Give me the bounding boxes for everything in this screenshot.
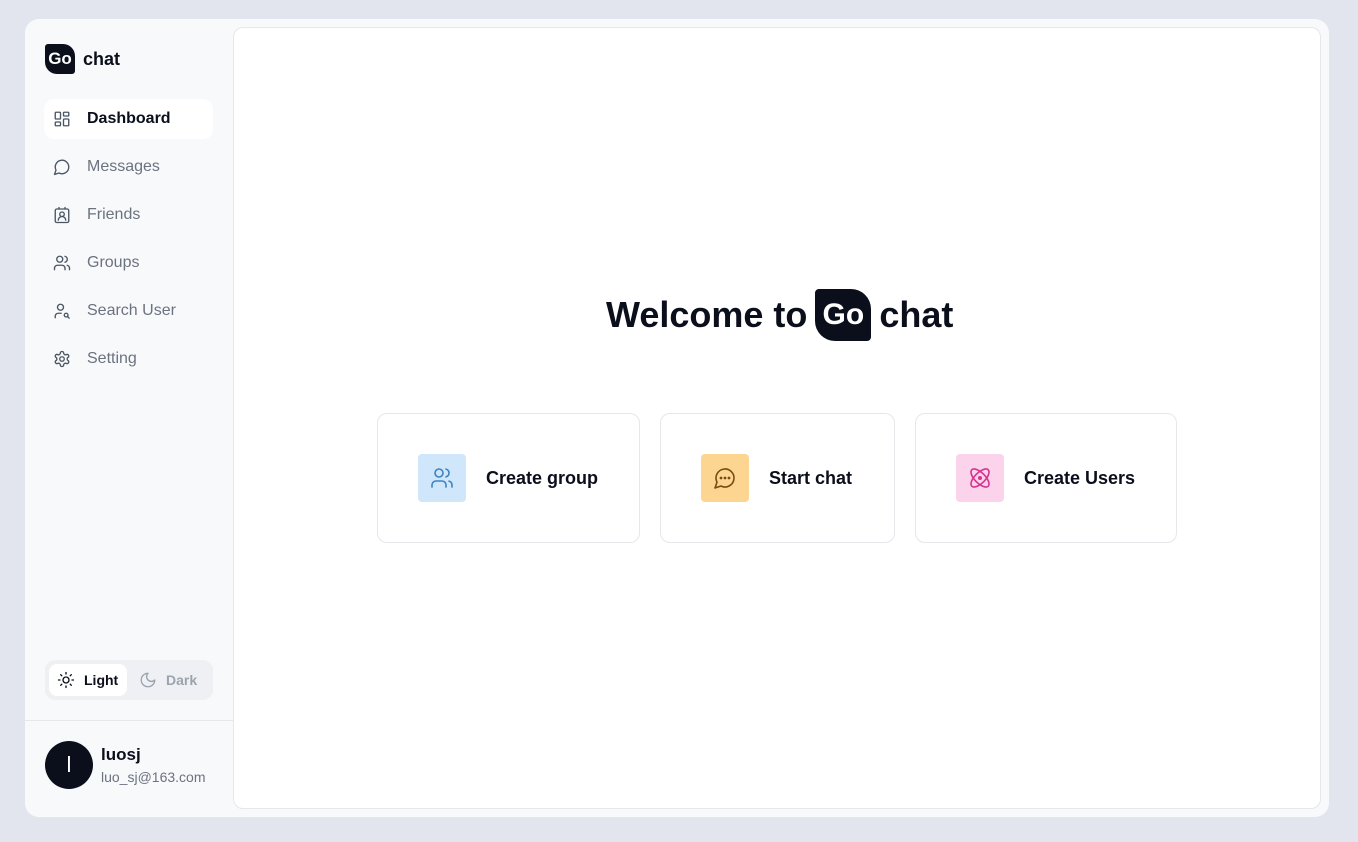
moon-icon	[140, 672, 156, 688]
chat-bubble-icon	[714, 468, 735, 489]
sidebar-item-dashboard[interactable]: Dashboard	[44, 99, 213, 139]
theme-toggle: Light Dark	[45, 660, 213, 700]
app-window: Go chat Dashboard Messages Friends Group…	[25, 19, 1329, 817]
main-panel: Welcome to Go chat Create group Start ch…	[233, 27, 1321, 809]
avatar: l	[45, 741, 93, 789]
sidebar-item-setting[interactable]: Setting	[44, 339, 213, 379]
user-search-icon	[53, 302, 71, 320]
card-icon-box	[956, 454, 1004, 502]
brand-logo[interactable]: Go chat	[45, 44, 120, 74]
message-icon	[53, 158, 71, 176]
card-icon-box	[701, 454, 749, 502]
sidebar-item-label: Messages	[87, 158, 160, 175]
dashboard-icon	[53, 110, 71, 128]
go-badge: Go	[815, 289, 872, 341]
theme-dark-label: Dark	[166, 672, 198, 688]
sidebar-item-groups[interactable]: Groups	[44, 243, 213, 283]
sidebar-item-label: Dashboard	[87, 110, 171, 127]
sun-icon	[57, 671, 75, 689]
sidebar-nav: Dashboard Messages Friends Groups Search…	[44, 99, 213, 387]
users-icon	[53, 254, 71, 272]
sidebar-item-search-user[interactable]: Search User	[44, 291, 213, 331]
sidebar-item-messages[interactable]: Messages	[44, 147, 213, 187]
card-label: Create group	[486, 467, 599, 488]
sidebar-item-label: Friends	[87, 206, 141, 223]
create-group-card[interactable]: Create group	[377, 413, 640, 543]
card-label: Create Users	[1024, 467, 1136, 488]
sidebar-item-friends[interactable]: Friends	[44, 195, 213, 235]
user-name: luosj	[101, 744, 141, 764]
user-profile[interactable]: l luosj luo_sj@163.com	[45, 741, 206, 789]
sidebar-divider	[25, 720, 234, 721]
brand-name: chat	[83, 48, 121, 69]
theme-light-label: Light	[84, 672, 119, 688]
welcome-heading: Welcome to Go chat	[606, 289, 953, 341]
gear-icon	[53, 350, 71, 368]
theme-light-button[interactable]: Light	[49, 664, 127, 696]
start-chat-card[interactable]: Start chat	[660, 413, 895, 543]
welcome-suffix: chat	[879, 294, 954, 335]
user-email: luo_sj@163.com	[101, 768, 206, 785]
user-info: luosj luo_sj@163.com	[101, 744, 206, 787]
card-icon-box	[418, 454, 466, 502]
create-users-card[interactable]: Create Users	[915, 413, 1177, 543]
welcome-prefix: Welcome to	[606, 294, 808, 335]
theme-dark-button[interactable]: Dark	[131, 664, 209, 696]
sidebar-item-label: Search User	[87, 302, 176, 319]
users-icon	[431, 468, 453, 488]
contact-icon	[53, 206, 71, 224]
sidebar-item-label: Setting	[87, 350, 137, 367]
atom-icon	[970, 468, 990, 488]
sidebar: Go chat Dashboard Messages Friends Group…	[25, 19, 234, 817]
go-badge: Go	[45, 44, 75, 74]
card-label: Start chat	[769, 467, 853, 488]
sidebar-item-label: Groups	[87, 254, 140, 271]
